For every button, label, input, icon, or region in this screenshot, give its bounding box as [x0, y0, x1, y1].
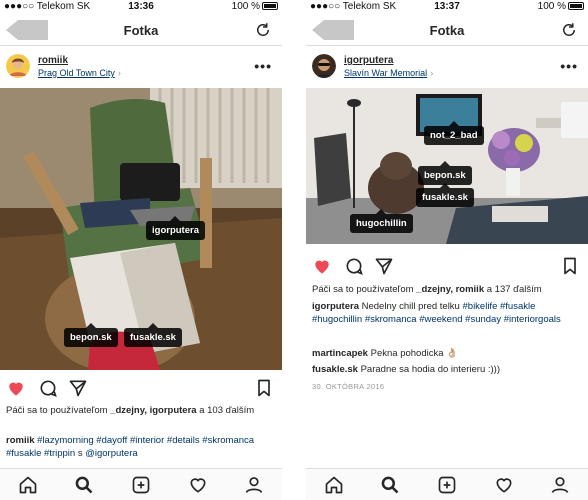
refresh-icon[interactable] — [254, 21, 272, 39]
post-photo[interactable]: not_2_bad bepon.sk fusakle.sk hugochilli… — [306, 88, 588, 244]
page-title: Fotka — [123, 23, 159, 38]
phone-screen-right: ●●●○○ Telekom SK 13:37 100 % Fotka igorp… — [306, 0, 588, 500]
comment-icon[interactable] — [344, 256, 364, 276]
hashtag[interactable]: #sunday — [465, 314, 501, 325]
tab-bar — [306, 468, 588, 500]
caption-username[interactable]: igorputera — [312, 301, 359, 312]
phone-screen-left: ●●●○○ Telekom SK 13:36 100 % Fotka romii… — [0, 0, 282, 500]
profile-icon[interactable] — [550, 475, 570, 495]
likes-users[interactable]: _dzejny, romiik — [416, 284, 484, 295]
heart-icon[interactable] — [312, 256, 332, 276]
more-icon[interactable]: ••• — [254, 58, 272, 74]
search-icon[interactable] — [74, 475, 94, 495]
hashtag[interactable]: #fusakle — [500, 301, 535, 312]
hashtag[interactable]: #bikelife — [463, 301, 498, 312]
caption-word: s — [77, 448, 83, 459]
navigation-bar: Fotka — [0, 14, 282, 46]
likes-suffix[interactable]: a 137 ďalším — [487, 284, 542, 295]
add-icon[interactable] — [437, 475, 457, 495]
navigation-bar: Fotka — [306, 14, 588, 46]
post-photo[interactable]: igorputera bepon.sk fusakle.sk — [0, 88, 282, 370]
comment-text: Pekna pohodicka 👌🏼 — [370, 348, 458, 359]
photo-tag[interactable]: hugochillin — [350, 209, 413, 233]
mention[interactable]: @igorputera — [85, 448, 137, 459]
profile-icon[interactable] — [244, 475, 264, 495]
caption: igorputera Nedelny chill pred telku #bik… — [312, 300, 582, 326]
location-label: Prag Old Town City — [38, 68, 115, 78]
caption-text: Nedelny chill pred telku — [361, 301, 460, 312]
post-location[interactable]: Prag Old Town City › — [38, 68, 121, 78]
post-date: 30. OKTÓBRA 2016 — [312, 382, 385, 391]
add-icon[interactable] — [131, 475, 151, 495]
post-location[interactable]: Slavín War Memorial › — [344, 68, 433, 78]
chevron-right-icon: › — [117, 68, 121, 78]
photo-tag[interactable]: not_2_bad — [424, 121, 484, 145]
home-icon[interactable] — [324, 475, 344, 495]
likes-line: Páči sa to používateľom _dzejny, igorput… — [6, 404, 276, 417]
photo-tag[interactable]: fusakle.sk — [124, 323, 182, 347]
share-icon[interactable] — [68, 378, 88, 398]
post-header: igorputera Slavín War Memorial › ••• — [306, 50, 588, 86]
likes-users[interactable]: _dzejny, igorputera — [110, 405, 196, 416]
comment: fusakle.sk Paradne sa hodia do interieru… — [312, 363, 582, 376]
likes-prefix: Páči sa to používateľom — [312, 284, 414, 295]
hashtag[interactable]: #lazymorning — [37, 435, 94, 446]
battery-icon — [568, 2, 584, 10]
activity-icon[interactable] — [494, 475, 514, 495]
heart-icon[interactable] — [6, 378, 26, 398]
avatar[interactable] — [312, 54, 336, 78]
more-icon[interactable]: ••• — [560, 58, 578, 74]
battery-label: 100 % — [537, 1, 566, 12]
battery-label: 100 % — [231, 1, 260, 12]
caption-username[interactable]: romiik — [6, 435, 35, 446]
likes-prefix: Páči sa to používateľom — [6, 405, 108, 416]
battery-indicator: 100 % — [538, 1, 584, 12]
hashtag[interactable]: #interiorgoals — [504, 314, 561, 325]
hashtag[interactable]: #weekend — [419, 314, 462, 325]
hashtag[interactable]: #skromanca — [365, 314, 417, 325]
photo-tag[interactable]: fusakle.sk — [416, 183, 474, 207]
likes-suffix[interactable]: a 103 ďalším — [199, 405, 254, 416]
status-bar: ●●●○○ Telekom SK 13:37 100 % — [306, 0, 588, 14]
comment-icon[interactable] — [38, 378, 58, 398]
activity-icon[interactable] — [188, 475, 208, 495]
refresh-icon[interactable] — [560, 21, 578, 39]
hashtag[interactable]: #fusakle — [6, 448, 41, 459]
page-title: Fotka — [429, 23, 465, 38]
battery-indicator: 100 % — [232, 1, 278, 12]
bookmark-icon[interactable] — [254, 378, 274, 398]
hashtag[interactable]: #skromanca — [202, 435, 254, 446]
comment: martincapek Pekna pohodicka 👌🏼 — [312, 347, 582, 360]
hashtag[interactable]: #hugochillin — [312, 314, 362, 325]
caption: romiik #lazymorning #dayoff #interior #d… — [6, 434, 276, 460]
post-actions — [0, 374, 282, 402]
photo-tag[interactable]: igorputera — [146, 216, 205, 240]
photo-tag[interactable]: bepon.sk — [64, 323, 118, 347]
post-header: romiik Prag Old Town City › ••• — [0, 50, 282, 86]
hashtag[interactable]: #details — [167, 435, 200, 446]
location-label: Slavín War Memorial — [344, 68, 428, 78]
comment-username[interactable]: fusakle.sk — [312, 364, 358, 375]
battery-icon — [262, 2, 278, 10]
home-icon[interactable] — [18, 475, 38, 495]
hashtag[interactable]: #dayoff — [96, 435, 127, 446]
search-icon[interactable] — [380, 475, 400, 495]
bookmark-icon[interactable] — [560, 256, 580, 276]
comment-text: Paradne sa hodia do interieru :))) — [360, 364, 501, 375]
hashtag[interactable]: #interior — [130, 435, 164, 446]
chevron-right-icon: › — [430, 68, 434, 78]
share-icon[interactable] — [374, 256, 394, 276]
status-bar: ●●●○○ Telekom SK 13:36 100 % — [0, 0, 282, 14]
hashtag[interactable]: #trippin — [44, 448, 75, 459]
post-actions — [306, 252, 588, 280]
post-username[interactable]: igorputera — [344, 55, 393, 66]
likes-line: Páči sa to používateľom _dzejny, romiik … — [312, 283, 582, 296]
comment-username[interactable]: martincapek — [312, 348, 368, 359]
avatar[interactable] — [6, 54, 30, 78]
tab-bar — [0, 468, 282, 500]
post-username[interactable]: romiik — [38, 55, 68, 66]
